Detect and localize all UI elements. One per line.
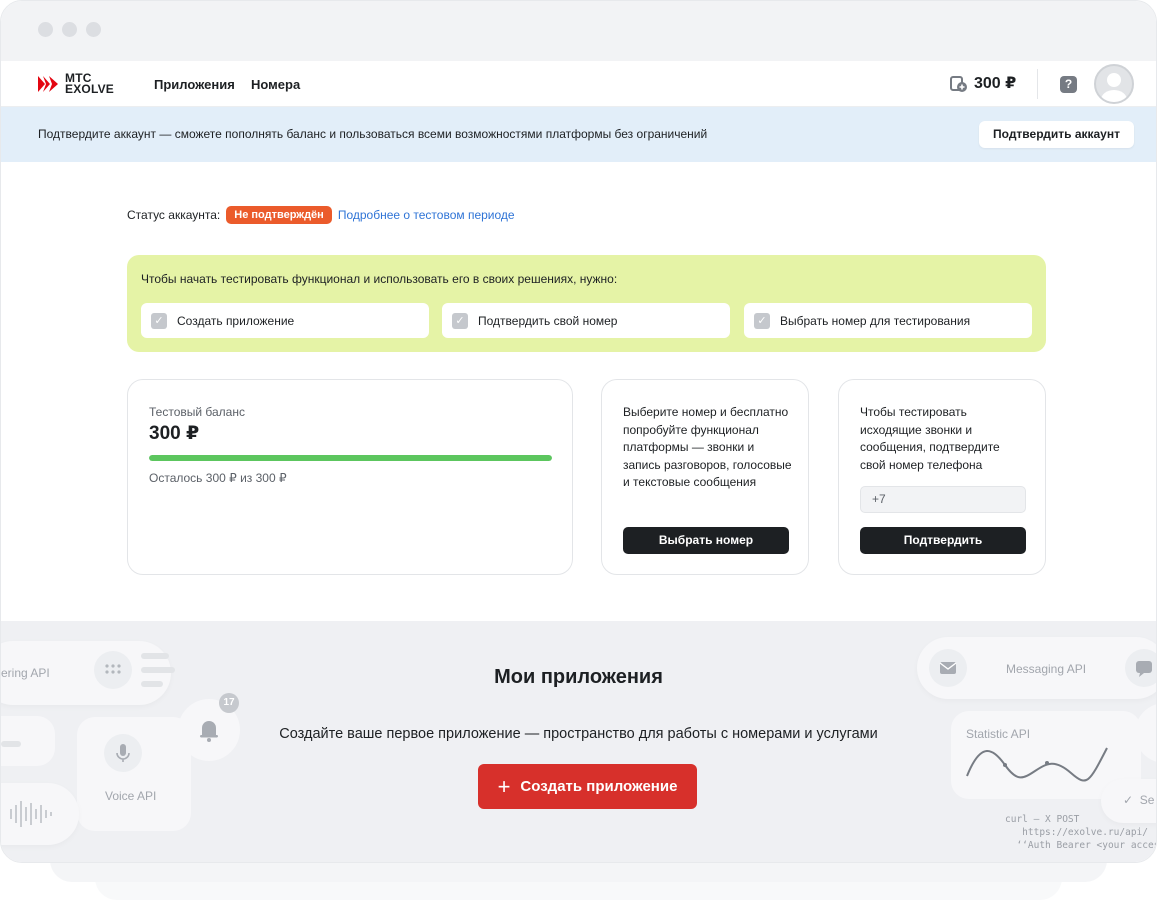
check-icon: ✓	[754, 312, 770, 329]
balance-progress-fill	[149, 455, 552, 461]
header-balance[interactable]: 300 ₽	[949, 73, 1016, 93]
deco-wave-pill	[1, 783, 79, 845]
choose-number-card: Выберите номер и бесплатно попробуйте фу…	[601, 379, 809, 575]
statistic-chart-icon	[966, 747, 1108, 782]
deco-line	[141, 653, 169, 659]
window-dot-maximize	[86, 22, 101, 37]
curl-line: ‘‘Auth Bearer <your access	[1005, 840, 1156, 851]
curl-line: curl – X POST	[1005, 814, 1080, 825]
check-icon: ✓	[151, 312, 167, 329]
verify-banner: Подтвердите аккаунт — сможете пополнять …	[1, 107, 1156, 162]
my-apps-subtitle: Создайте ваше первое приложение — простр…	[279, 726, 878, 742]
notification-count-badge: 17	[219, 693, 239, 713]
logo-line-2: EXOLVE	[65, 82, 114, 96]
create-app-label: Создать приложение	[520, 778, 678, 795]
verify-banner-text: Подтвердите аккаунт — сможете пополнять …	[38, 127, 708, 141]
window-titlebar	[1, 1, 1156, 61]
deco-curl-snippet: curl – X POST https://exolve.ru/api/ ‘‘A…	[1005, 813, 1156, 852]
plus-icon: +	[497, 773, 511, 799]
test-balance-card: Тестовый баланс 300 ₽ Осталось 300 ₽ из …	[127, 379, 573, 575]
verify-phone-card: Чтобы тестировать исходящие звонки и соо…	[838, 379, 1046, 575]
logo-wordmark: МТС EXOLVE	[65, 72, 125, 96]
create-app-button[interactable]: + Создать приложение	[478, 764, 697, 809]
account-status-row: Статус аккаунта: Не подтверждён Подробне…	[127, 206, 515, 224]
user-avatar-icon	[1101, 73, 1127, 102]
browser-window: МТС EXOLVE Приложения Номера 300 ₽ ? Под…	[0, 0, 1157, 863]
account-status-label: Статус аккаунта:	[127, 208, 221, 222]
top-header: МТС EXOLVE Приложения Номера 300 ₽ ?	[1, 61, 1156, 107]
task-label: Выбрать номер для тестирования	[780, 313, 971, 328]
wallet-add-icon	[950, 75, 967, 92]
confirm-phone-button[interactable]: Подтвердить	[860, 527, 1026, 554]
trial-info-link[interactable]: Подробнее о тестовом периоде	[338, 208, 515, 222]
deco-se-text: Se	[1139, 793, 1155, 807]
task-verify-number[interactable]: ✓ Подтвердить свой номер	[442, 303, 730, 338]
task-label: Подтвердить свой номер	[478, 313, 618, 328]
test-balance-label: Тестовый баланс	[149, 405, 245, 419]
test-balance-value: 300 ₽	[149, 423, 200, 444]
task-create-app[interactable]: ✓ Создать приложение	[141, 303, 429, 338]
task-label: Создать приложение	[177, 313, 295, 328]
balance-remaining: Осталось 300 ₽ из 300 ₽	[149, 471, 287, 485]
deco-voice-label: Voice API	[105, 789, 157, 803]
exolve-logo-icon	[38, 76, 58, 92]
header-balance-value: 300 ₽	[974, 75, 1017, 92]
my-apps-title: Мои приложения	[494, 666, 663, 688]
status-badge: Не подтверждён	[226, 206, 332, 224]
nav-applications[interactable]: Приложения	[154, 77, 235, 92]
nav-numbers[interactable]: Номера	[251, 77, 300, 92]
onboarding-title: Чтобы начать тестировать функционал и ис…	[141, 272, 618, 286]
my-apps-section: ering API Voice API 17 Messaging API Sta…	[1, 621, 1156, 862]
verify-account-button[interactable]: Подтвердить аккаунт	[979, 121, 1134, 148]
curl-line: https://exolve.ru/api/	[1005, 827, 1148, 838]
phone-input[interactable]: +7	[860, 486, 1026, 513]
mts-exolve-logo[interactable]: МТС EXOLVE	[37, 72, 125, 96]
soundwave-icon	[10, 801, 52, 827]
task-choose-number[interactable]: ✓ Выбрать номер для тестирования	[744, 303, 1032, 338]
verify-phone-text: Чтобы тестировать исходящие звонки и соо…	[860, 405, 1000, 472]
choose-number-text: Выберите номер и бесплатно попробуйте фу…	[623, 405, 792, 489]
check-icon: ✓	[452, 312, 468, 329]
choose-number-button[interactable]: Выбрать номер	[623, 527, 789, 554]
deco-se-label: ✓ Se	[1123, 793, 1155, 807]
header-divider	[1037, 69, 1038, 99]
balance-progress-bar	[149, 455, 552, 461]
help-icon[interactable]: ?	[1060, 76, 1077, 93]
avatar[interactable]	[1094, 64, 1134, 104]
onboarding-checklist: Чтобы начать тестировать функционал и ис…	[127, 255, 1046, 352]
window-dot-close	[38, 22, 53, 37]
window-dot-minimize	[62, 22, 77, 37]
